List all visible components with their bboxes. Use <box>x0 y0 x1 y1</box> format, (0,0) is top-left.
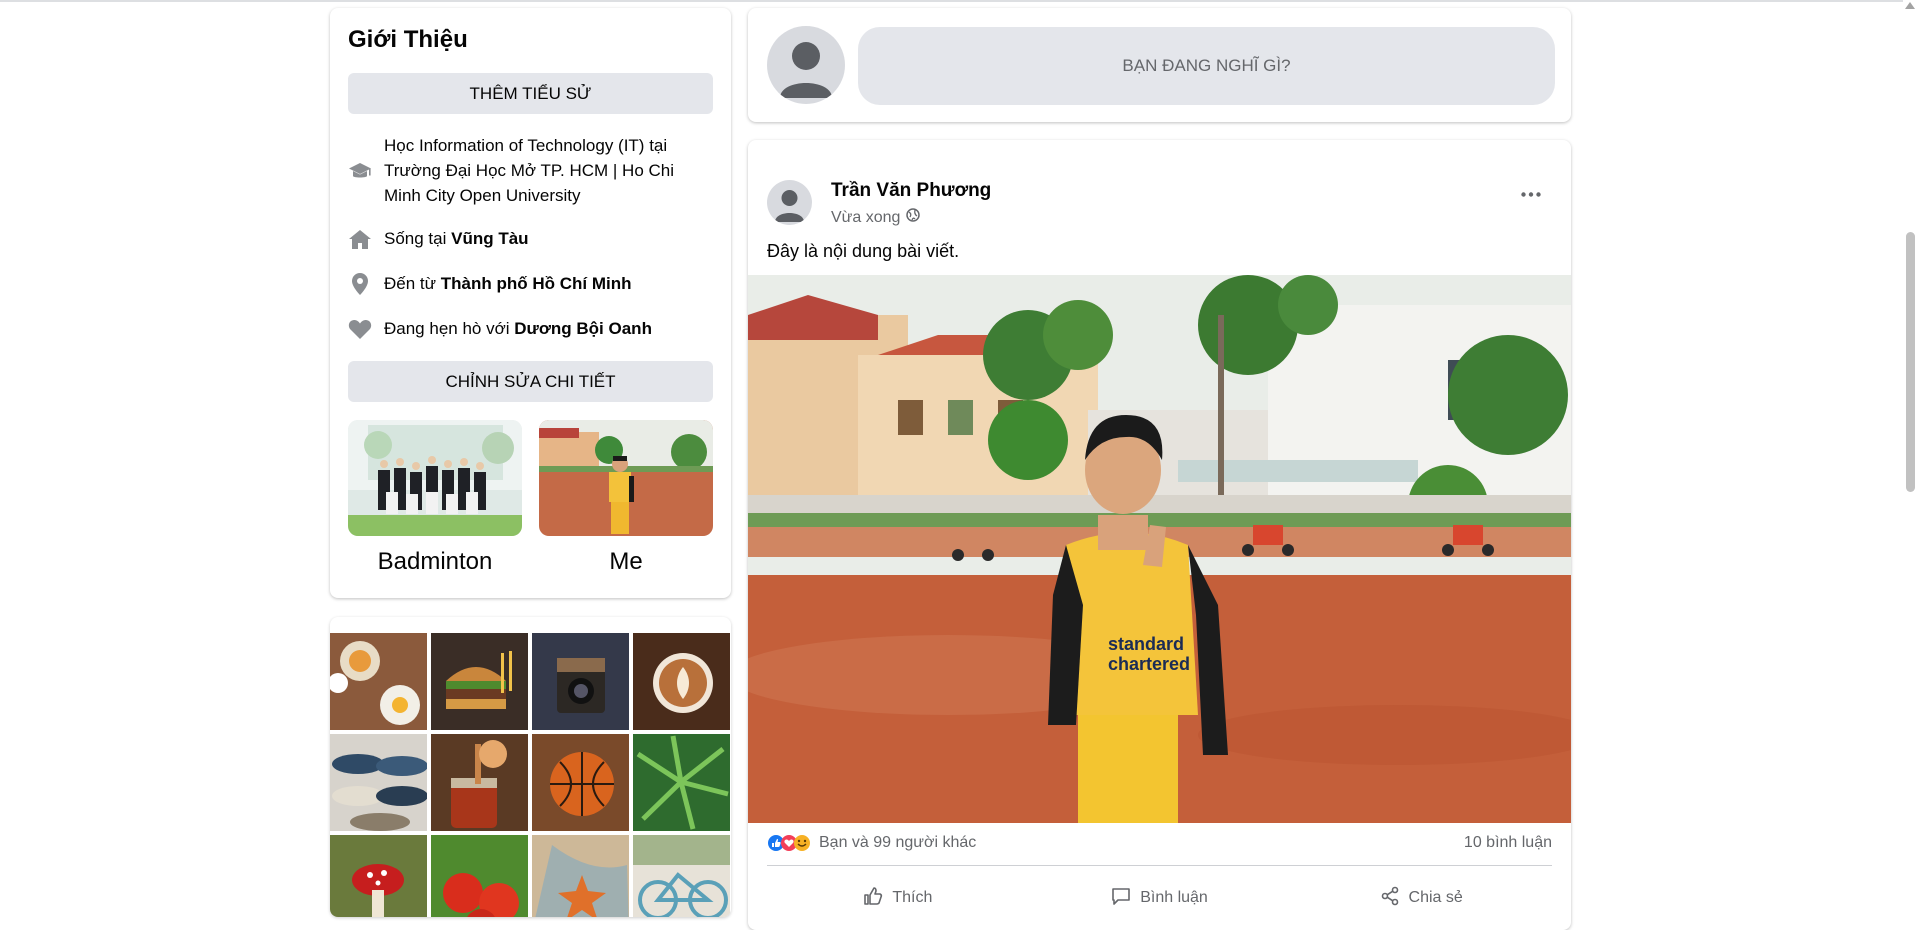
photo-thumbnail[interactable] <box>532 835 629 917</box>
share-icon <box>1380 886 1400 911</box>
featured-collection[interactable]: Me <box>539 420 713 576</box>
intro-item-text: Sống tại <box>384 229 452 248</box>
intro-item-value[interactable]: Thành phố Hồ Chí Minh <box>441 274 632 293</box>
photo-thumbnail[interactable] <box>431 835 528 917</box>
like-button[interactable]: Thích <box>767 880 1029 916</box>
intro-item-text: Học Information of Technology (IT) tại T… <box>384 136 675 205</box>
post-photo[interactable]: standard chartered <box>748 275 1571 823</box>
svg-text:standard: standard <box>1108 634 1184 654</box>
more-options-button[interactable] <box>1513 182 1549 206</box>
scroll-up-arrow-icon[interactable] <box>1905 2 1915 9</box>
avatar[interactable] <box>767 26 845 104</box>
featured-thumbnail[interactable] <box>539 420 713 536</box>
composer-input[interactable]: BẠN ĐANG NGHĨ GÌ? <box>858 27 1555 105</box>
edit-details-button[interactable]: CHỈNH SỬA CHI TIẾT <box>348 361 713 402</box>
featured-caption: Badminton <box>377 548 493 575</box>
featured-thumbnail[interactable] <box>348 420 522 536</box>
post-meta: Vừa xong <box>831 208 921 227</box>
photo-thumbnail[interactable] <box>633 835 730 917</box>
reaction-icons <box>767 834 811 852</box>
photos-card <box>330 617 731 917</box>
graduation-cap-icon <box>348 159 372 183</box>
photo-grid <box>330 633 730 917</box>
photo-thumbnail[interactable] <box>330 835 427 917</box>
share-label: Chia sẻ <box>1408 889 1463 906</box>
divider <box>767 865 1552 866</box>
post-author-name[interactable]: Trần Văn Phương <box>831 180 991 202</box>
post-text: Đây là nội dung bài viết. <box>767 241 960 261</box>
reactions-text[interactable]: Bạn và 99 người khác <box>819 834 976 852</box>
heart-icon <box>348 317 372 341</box>
location-pin-icon <box>348 272 372 296</box>
intro-item-education: Học Information of Technology (IT) tại T… <box>348 133 713 208</box>
intro-item-text: Đang hẹn hò với <box>384 319 515 338</box>
top-border <box>0 0 1919 2</box>
photo-thumbnail[interactable] <box>633 633 730 730</box>
intro-item-value[interactable]: Vũng Tàu <box>451 229 528 248</box>
intro-item-from: Đến từ Thành phố Hồ Chí Minh <box>348 271 713 296</box>
home-icon <box>348 227 372 251</box>
post-card: Trần Văn Phương Vừa xong Đây là nội dung… <box>748 140 1571 930</box>
svg-text:chartered: chartered <box>1108 654 1190 674</box>
post-actions: Thích Bình luận Chia sẻ <box>767 880 1552 916</box>
reactions-row: Bạn và 99 người khác 10 bình luận <box>767 834 1552 852</box>
photo-thumbnail[interactable] <box>431 633 528 730</box>
intro-title: Giới Thiệu <box>348 26 468 53</box>
share-button[interactable]: Chia sẻ <box>1290 880 1552 916</box>
photo-thumbnail[interactable] <box>330 633 427 730</box>
photo-thumbnail[interactable] <box>532 734 629 831</box>
post-composer: BẠN ĐANG NGHĨ GÌ? <box>748 8 1571 122</box>
add-bio-button[interactable]: THÊM TIỂU SỬ <box>348 73 713 114</box>
intro-item-lives-in: Sống tại Vũng Tàu <box>348 226 713 251</box>
photo-thumbnail[interactable] <box>633 734 730 831</box>
comment-button[interactable]: Bình luận <box>1029 880 1291 916</box>
intro-item-relationship: Đang hẹn hò với Dương Bội Oanh <box>348 316 713 341</box>
comment-icon <box>1111 886 1131 911</box>
scrollbar-thumb[interactable] <box>1906 232 1915 492</box>
reactions-summary[interactable]: Bạn và 99 người khác <box>767 834 976 852</box>
photo-thumbnail[interactable] <box>532 633 629 730</box>
comments-count[interactable]: 10 bình luận <box>1464 834 1552 852</box>
intro-card: Giới Thiệu THÊM TIỂU SỬ Học Information … <box>330 8 731 598</box>
globe-icon <box>906 208 921 227</box>
author-avatar[interactable] <box>767 180 812 225</box>
intro-item-value[interactable]: Dương Bội Oanh <box>514 319 652 338</box>
comment-label: Bình luận <box>1140 889 1208 906</box>
photo-thumbnail[interactable] <box>330 734 427 831</box>
featured-collection[interactable]: Badminton <box>348 420 522 576</box>
featured-caption: Me <box>609 548 643 575</box>
thumbs-up-icon <box>863 886 883 911</box>
photo-thumbnail[interactable] <box>431 734 528 831</box>
like-label: Thích <box>892 889 933 906</box>
intro-item-text: Đến từ <box>384 274 441 293</box>
post-timestamp[interactable]: Vừa xong <box>831 209 900 227</box>
